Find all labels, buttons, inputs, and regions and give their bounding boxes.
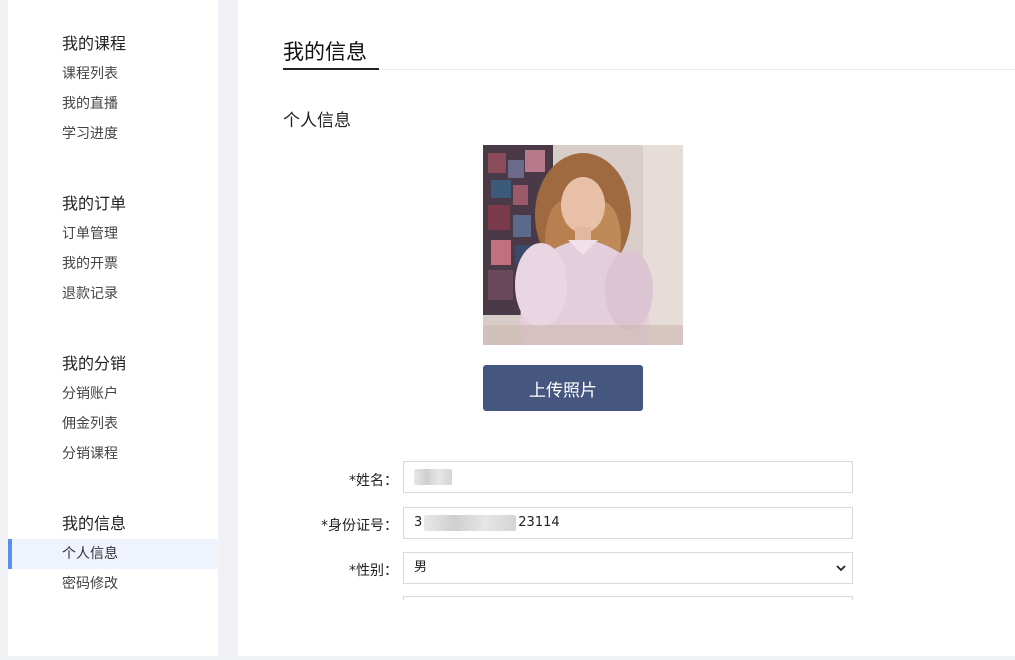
gender-selected-value: 男: [414, 560, 428, 575]
redacted-name: [414, 468, 452, 485]
sidebar-item-commission-list[interactable]: 佣金列表: [8, 409, 218, 439]
gender-select[interactable]: 男: [403, 552, 853, 584]
gender-label: *性别：: [349, 563, 398, 579]
name-field[interactable]: [403, 461, 853, 493]
section-title: 个人信息: [283, 111, 351, 131]
id-number-field[interactable]: 3 23114: [403, 507, 853, 539]
upload-photo-button[interactable]: 上传照片: [483, 365, 643, 411]
profile-photo: [483, 145, 683, 345]
sidebar-item-course-list[interactable]: 课程列表: [8, 59, 218, 89]
main-panel: 我的信息 个人信息 上传照片 *姓名： *身份证号： 3 23114 *性别： …: [238, 0, 1015, 656]
sidebar-item-password-change[interactable]: 密码修改: [8, 569, 218, 599]
portrait-image: [483, 145, 683, 345]
chevron-down-icon: [836, 565, 846, 572]
title-divider: [283, 69, 1015, 70]
redacted-id-number: [424, 514, 517, 531]
sidebar-item-personal-info[interactable]: 个人信息: [8, 539, 218, 569]
id-number-prefix: 3: [414, 515, 423, 530]
sidebar-group-title-courses: 我的课程: [62, 34, 127, 53]
sidebar-item-invoice[interactable]: 我的开票: [8, 249, 218, 279]
sidebar-item-refund[interactable]: 退款记录: [8, 279, 218, 309]
sidebar: 我的课程 课程列表 我的直播 学习进度 我的订单 订单管理 我的开票 退款记录 …: [8, 0, 218, 656]
sidebar-item-distribution-courses[interactable]: 分销课程: [8, 439, 218, 469]
id-number-label: *身份证号：: [321, 518, 398, 534]
sidebar-item-progress[interactable]: 学习进度: [8, 119, 218, 149]
sidebar-item-my-live[interactable]: 我的直播: [8, 89, 218, 119]
sidebar-group-title-distribution: 我的分销: [62, 354, 127, 373]
sidebar-group-title-orders: 我的订单: [62, 194, 127, 213]
sidebar-item-order-manage[interactable]: 订单管理: [8, 219, 218, 249]
page-title: 我的信息: [283, 40, 367, 64]
next-field-partial[interactable]: [403, 596, 853, 600]
sidebar-item-distribution-account[interactable]: 分销账户: [8, 379, 218, 409]
sidebar-group-title-my-info: 我的信息: [62, 514, 127, 533]
title-underline: [283, 68, 379, 70]
name-label: *姓名：: [349, 473, 398, 489]
id-number-suffix: 23114: [518, 515, 560, 530]
